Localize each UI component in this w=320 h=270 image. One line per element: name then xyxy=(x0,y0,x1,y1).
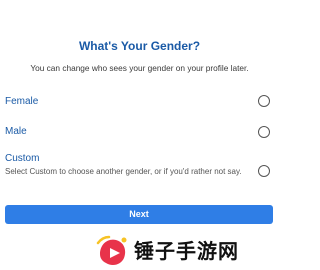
radio-button[interactable] xyxy=(258,126,270,138)
watermark: 锤子手游网 xyxy=(96,228,276,268)
radio-button[interactable] xyxy=(258,95,270,107)
next-button[interactable]: Next xyxy=(5,205,273,224)
gender-option-custom[interactable]: Custom Select Custom to choose another g… xyxy=(0,152,279,192)
radio-button[interactable] xyxy=(258,165,270,177)
page-subtitle: You can change who sees your gender on y… xyxy=(30,63,249,73)
watermark-logo-icon xyxy=(96,235,127,266)
gender-option-male[interactable]: Male xyxy=(0,124,279,144)
option-label: Female xyxy=(5,96,39,107)
page-title: What's Your Gender? xyxy=(78,39,201,53)
option-label: Custom xyxy=(5,153,40,164)
option-label: Male xyxy=(5,126,27,137)
option-description: Select Custom to choose another gender, … xyxy=(5,167,242,176)
watermark-text: 锤子手游网 xyxy=(134,239,239,263)
gender-option-female[interactable]: Female xyxy=(0,94,279,114)
